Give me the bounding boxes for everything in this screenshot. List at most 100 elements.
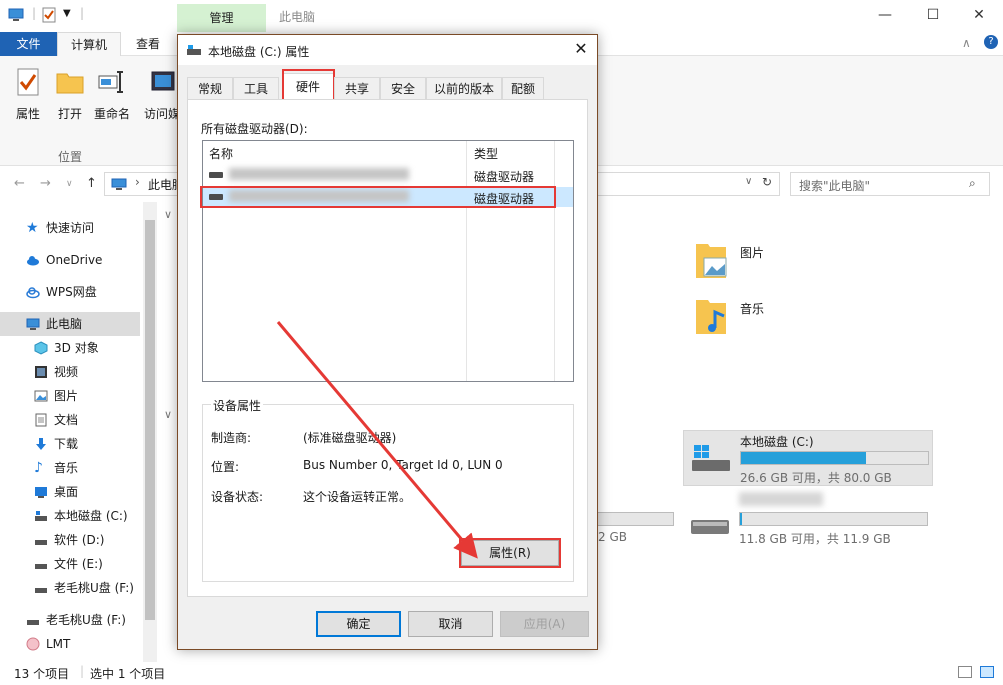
quick-access-dropdown-icon[interactable]: ▼ <box>63 8 71 19</box>
manage-tab[interactable]: 管理 <box>177 4 266 32</box>
drive-usage-bar <box>739 512 928 526</box>
sidebar-item-videos[interactable]: 视频 <box>0 360 140 384</box>
sidebar-item-documents[interactable]: 文档 <box>0 408 140 432</box>
tab-sharing[interactable]: 共享 <box>334 77 380 99</box>
drive-name-redacted <box>229 168 409 180</box>
column-header-type[interactable]: 类型 <box>474 145 498 162</box>
sidebar-item-3d-objects[interactable]: 3D 对象 <box>0 336 140 360</box>
minimize-button[interactable]: — <box>872 4 898 26</box>
dialog-close-button[interactable]: ✕ <box>571 39 591 59</box>
back-icon[interactable]: ← <box>14 176 25 191</box>
close-button[interactable]: ✕ <box>966 4 992 26</box>
device-status-label: 设备状态: <box>211 490 264 504</box>
sidebar-item-drive-f[interactable]: 老毛桃U盘 (F:) <box>0 576 140 600</box>
separator: | <box>80 664 85 678</box>
sidebar-item-wps[interactable]: WPS网盘 <box>0 280 140 304</box>
tab-tools[interactable]: 工具 <box>233 77 279 99</box>
all-drives-label: 所有磁盘驱动器(D): <box>201 122 308 136</box>
up-icon[interactable]: ↑ <box>86 176 97 191</box>
folder-item-music[interactable]: 音乐 <box>694 296 764 339</box>
breadcrumb-chevron-icon: › <box>135 175 140 189</box>
computer-icon <box>26 318 40 330</box>
drive-free-text: 11.8 GB 可用，共 11.9 GB <box>739 532 891 546</box>
search-input[interactable]: 搜索"此电脑" ⌕ <box>790 172 990 196</box>
sidebar-item-label: 快速访问 <box>46 221 95 235</box>
pictures-folder-icon <box>696 244 727 278</box>
rename-icon <box>98 71 123 93</box>
chevron-down-icon[interactable]: ∨ <box>164 408 172 421</box>
tab-security[interactable]: 安全 <box>380 77 426 99</box>
sidebar-item-label: 3D 对象 <box>54 341 99 355</box>
sidebar-item-label: 老毛桃U盘 (F:) <box>46 613 126 627</box>
column-header-name[interactable]: 名称 <box>209 145 233 162</box>
picture-icon <box>34 390 48 402</box>
sidebar-item-label: LMT <box>46 637 71 651</box>
refresh-icon[interactable]: ↻ <box>762 175 772 189</box>
folder-icon <box>56 73 84 94</box>
sidebar-item-label: WPS网盘 <box>46 285 97 299</box>
properties-button[interactable]: 属性 <box>8 66 48 122</box>
sidebar-item-onedrive[interactable]: OneDrive <box>0 248 140 272</box>
forward-icon[interactable]: → <box>40 176 51 191</box>
item-count: 13 个项目 <box>14 667 70 681</box>
drive-usage-fill <box>740 513 742 525</box>
sidebar-item-quick-access[interactable]: ★ 快速访问 <box>0 216 140 240</box>
sidebar-item-downloads[interactable]: 下载 <box>0 432 140 456</box>
search-icon[interactable]: ⌕ <box>969 176 976 191</box>
sidebar-item-lmt[interactable]: LMT <box>0 632 140 656</box>
sidebar-item-label: 桌面 <box>54 485 79 499</box>
rename-button[interactable]: 重命名 <box>92 66 132 122</box>
disk-icon <box>209 172 223 178</box>
tab-file[interactable]: 文件 <box>0 32 57 56</box>
drive-item-c[interactable]: 本地磁盘 (C:) 26.6 GB 可用，共 80.0 GB <box>683 430 933 486</box>
device-properties-group: 设备属性 制造商: (标准磁盘驱动器) 位置: Bus Number 0, Ta… <box>202 397 574 582</box>
properties-icon[interactable] <box>42 7 56 23</box>
sidebar-item-drive-c[interactable]: 本地磁盘 (C:) <box>0 504 140 528</box>
sidebar-item-pictures[interactable]: 图片 <box>0 384 140 408</box>
manufacturer-label: 制造商: <box>211 431 252 445</box>
title-bar: | ▼ | 管理 此电脑 — ☐ ✕ <box>0 0 1003 32</box>
help-icon[interactable]: ? <box>984 35 998 49</box>
open-button[interactable]: 打开 <box>50 66 90 122</box>
sidebar-item-drive-e[interactable]: 文件 (E:) <box>0 552 140 576</box>
tab-general[interactable]: 常规 <box>187 77 233 99</box>
sidebar-item-desktop[interactable]: 桌面 <box>0 480 140 504</box>
open-label: 打开 <box>57 107 82 121</box>
window-title: 此电脑 <box>279 10 316 24</box>
maximize-button[interactable]: ☐ <box>920 4 946 26</box>
group-label-location: 位置 <box>58 150 83 164</box>
chevron-down-icon[interactable]: ∨ <box>164 208 172 221</box>
details-view-icon[interactable] <box>958 666 972 678</box>
disk-drive-list[interactable]: 名称 类型 磁盘驱动器 磁盘驱动器 <box>202 140 574 382</box>
tab-computer[interactable]: 计算机 <box>57 32 121 56</box>
drive-usage-bar-partial <box>598 512 674 526</box>
tab-previous-versions[interactable]: 以前的版本 <box>426 77 502 99</box>
ok-button[interactable]: 确定 <box>316 611 401 637</box>
group-title: 设备属性 <box>211 397 264 414</box>
sidebar-item-this-pc[interactable]: 此电脑 <box>0 312 140 336</box>
recent-dropdown-icon[interactable]: ∨ <box>66 179 73 189</box>
access-media-button[interactable]: 访问媒 <box>144 66 180 122</box>
folder-label: 音乐 <box>740 302 765 316</box>
removable-drive-icon <box>691 520 729 534</box>
cancel-button[interactable]: 取消 <box>408 611 493 637</box>
address-dropdown-icon[interactable]: ∨ <box>745 176 752 187</box>
cloud-icon <box>26 287 40 299</box>
sidebar-item-drive-d[interactable]: 软件 (D:) <box>0 528 140 552</box>
sidebar-item-music[interactable]: ♪ 音乐 <box>0 456 140 480</box>
cube-icon <box>34 341 48 355</box>
drive-item-usb[interactable]: 11.8 GB 可用，共 11.9 GB <box>683 490 933 546</box>
separator: | <box>80 6 85 20</box>
sidebar-scrollbar-thumb[interactable] <box>145 220 155 620</box>
drive-free-text-partial: 2 GB <box>598 530 627 544</box>
tab-view[interactable]: 查看 <box>126 32 170 56</box>
sidebar-item-usb-f[interactable]: 老毛桃U盘 (F:) <box>0 608 140 632</box>
table-row[interactable]: 磁盘驱动器 <box>203 165 573 185</box>
tab-quota[interactable]: 配额 <box>502 77 544 99</box>
music-icon: ♪ <box>34 460 43 476</box>
manufacturer-value: (标准磁盘驱动器) <box>303 431 397 445</box>
tiles-view-icon[interactable] <box>980 666 994 678</box>
folder-item-pictures[interactable]: 图片 <box>694 240 764 283</box>
collapse-ribbon-icon[interactable]: ∧ <box>962 36 971 50</box>
computer-icon <box>111 178 127 190</box>
